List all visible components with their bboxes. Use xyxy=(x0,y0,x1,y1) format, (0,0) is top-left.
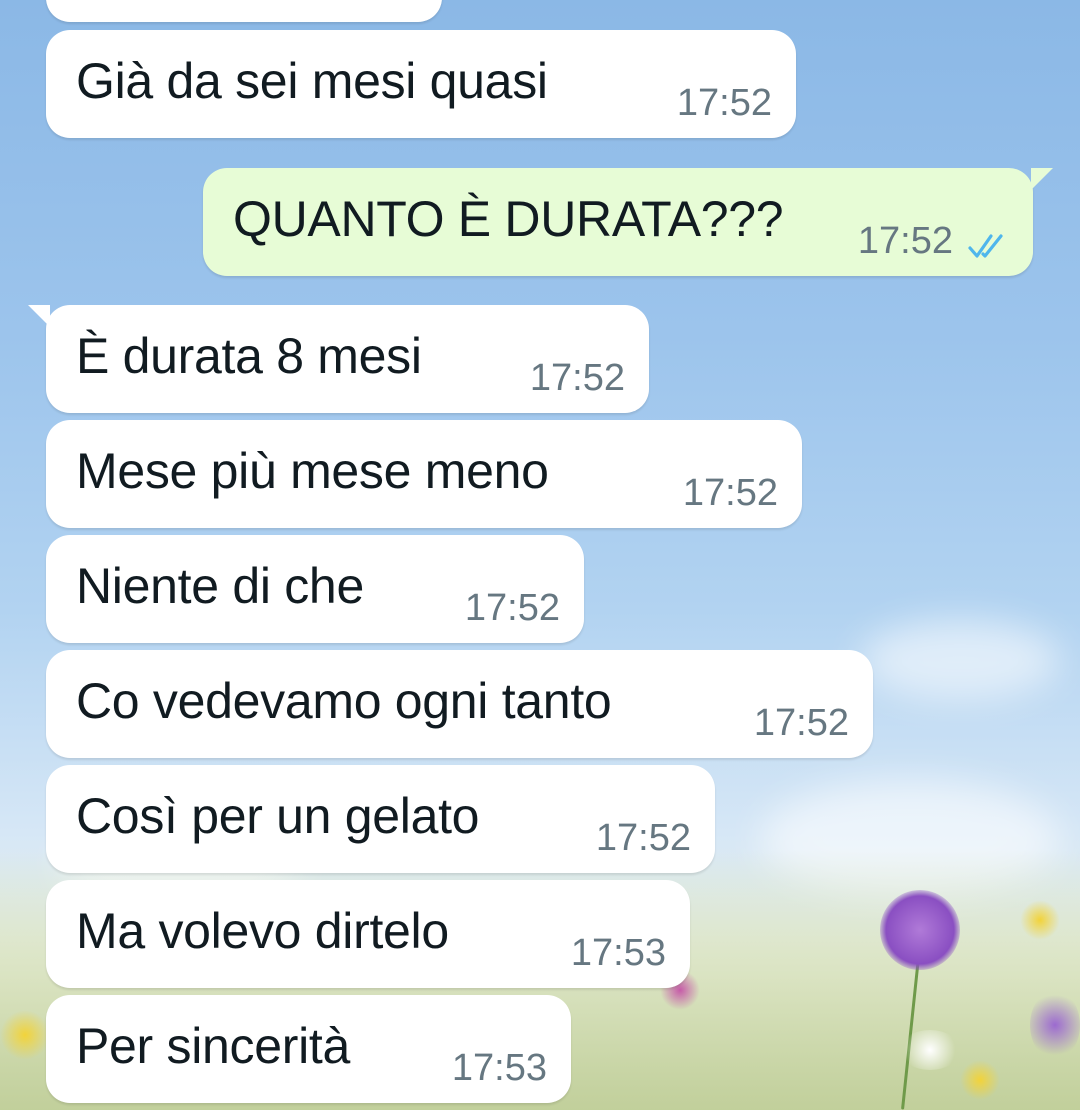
message-time: 17:52 xyxy=(682,472,778,514)
message-bubble-incoming[interactable]: Niente di che 17:52 xyxy=(46,535,584,643)
message-bubble-incoming[interactable]: Co vedevamo ogni tanto 17:52 xyxy=(46,650,873,758)
message-time: 17:52 xyxy=(529,357,625,399)
message-time: 17:52 xyxy=(676,82,772,124)
message-text: Mese più mese meno xyxy=(76,443,549,499)
message-text: Co vedevamo ogni tanto xyxy=(76,673,612,729)
message-bubble-outgoing[interactable]: QUANTO È DURATA??? 17:52 xyxy=(203,168,1053,276)
message-time: 17:52 xyxy=(464,587,560,629)
message-bubble-incoming[interactable]: Mese più mese meno 17:52 xyxy=(46,420,802,528)
message-text: Per sincerità xyxy=(76,1018,350,1074)
message-bubble-incoming[interactable]: Così per un gelato 17:52 xyxy=(46,765,715,873)
message-text: Niente di che xyxy=(76,558,364,614)
message-bubble-partial[interactable]: 17:52 xyxy=(46,0,442,22)
message-time: 17:52 xyxy=(317,0,412,9)
message-text: Già da sei mesi quasi xyxy=(76,53,548,109)
message-text: Ma volevo dirtelo xyxy=(76,903,449,959)
message-bubble-incoming[interactable]: È durata 8 mesi 17:52 xyxy=(28,305,649,413)
message-text: QUANTO È DURATA??? xyxy=(233,191,784,247)
message-time: 17:52 xyxy=(753,702,849,744)
message-text: Così per un gelato xyxy=(76,788,480,844)
message-bubble-incoming[interactable]: Già da sei mesi quasi 17:52 xyxy=(46,30,796,138)
message-bubble-incoming[interactable]: Ma volevo dirtelo 17:53 xyxy=(46,880,690,988)
message-text: È durata 8 mesi xyxy=(76,328,422,384)
message-time: 17:52 xyxy=(595,817,691,859)
message-time: 17:53 xyxy=(451,1047,547,1089)
bubble-tail xyxy=(1031,168,1053,190)
double-check-read-icon xyxy=(968,234,1003,258)
bubble-tail xyxy=(28,305,50,327)
message-bubble-incoming[interactable]: Per sincerità 17:53 xyxy=(46,995,571,1103)
message-list: 17:52 Già da sei mesi quasi 17:52 QUANTO… xyxy=(0,0,1080,1110)
message-time: 17:52 xyxy=(857,220,953,262)
message-time: 17:53 xyxy=(570,932,666,974)
